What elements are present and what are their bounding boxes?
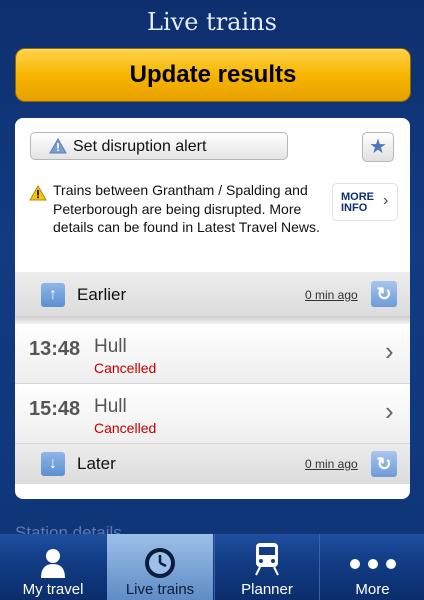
clock-icon [145, 548, 175, 578]
favourite-star-button[interactable]: ★ [362, 132, 394, 162]
tab-my-travel[interactable]: My travel [0, 534, 106, 600]
refresh-icon[interactable]: ↻ [371, 281, 397, 307]
train-status: Cancelled [94, 420, 157, 436]
train-row[interactable]: 13:48 Hull Cancelled › [15, 324, 410, 384]
departure-time: 15:48 [29, 398, 81, 420]
earlier-label: Earlier [77, 285, 127, 304]
destination: Hull [94, 396, 127, 417]
chevron-right-icon: › [385, 396, 394, 426]
divider [15, 316, 410, 324]
earlier-row[interactable]: ↑ Earlier 0 min ago ↻ [15, 272, 410, 316]
tab-bar: My travel Live trains Planner More [0, 534, 424, 600]
more-info-label-2: INFO [341, 202, 368, 214]
arrow-down-icon: ↓ [41, 452, 65, 476]
star-icon: ★ [369, 136, 387, 158]
train-icon [255, 543, 279, 576]
later-row[interactable]: ↓ Later 0 min ago ↻ [15, 444, 410, 484]
destination: Hull [94, 336, 127, 357]
warning-icon [49, 138, 67, 154]
alert-button-label: Set disruption alert [73, 138, 207, 155]
tab-planner[interactable]: Planner [214, 534, 319, 600]
refresh-icon[interactable]: ↻ [371, 451, 397, 477]
more-dots-icon [350, 559, 396, 569]
departure-time: 13:48 [29, 338, 81, 360]
tab-label: Planner [241, 581, 293, 598]
earlier-updated-link[interactable]: 0 min ago [305, 288, 358, 302]
person-icon [41, 549, 65, 578]
more-info-button[interactable]: MORE INFO › [333, 184, 397, 220]
page-title: Live trains [147, 8, 277, 36]
set-disruption-alert-button[interactable]: Set disruption alert [30, 132, 288, 160]
results-panel: Set disruption alert ★ Trains between Gr… [15, 118, 410, 499]
tab-label: More [355, 581, 390, 598]
update-results-button[interactable]: Update results [15, 48, 411, 102]
arrow-up-icon: ↑ [41, 283, 65, 307]
warning-icon [29, 185, 47, 201]
disruption-notice: Trains between Grantham / Spalding and P… [15, 178, 410, 278]
disruption-message: Trains between Grantham / Spalding and P… [53, 182, 320, 235]
tab-live-trains[interactable]: Live trains [107, 534, 213, 600]
train-row[interactable]: 15:48 Hull Cancelled › [15, 384, 410, 444]
tab-label: Live trains [125, 581, 195, 598]
train-status: Cancelled [94, 360, 157, 376]
tab-label: My travel [22, 581, 84, 598]
chevron-right-icon: › [383, 192, 389, 209]
later-updated-link[interactable]: 0 min ago [305, 457, 358, 471]
later-label: Later [77, 454, 116, 473]
chevron-right-icon: › [385, 336, 394, 366]
tab-more[interactable]: More [319, 534, 424, 600]
